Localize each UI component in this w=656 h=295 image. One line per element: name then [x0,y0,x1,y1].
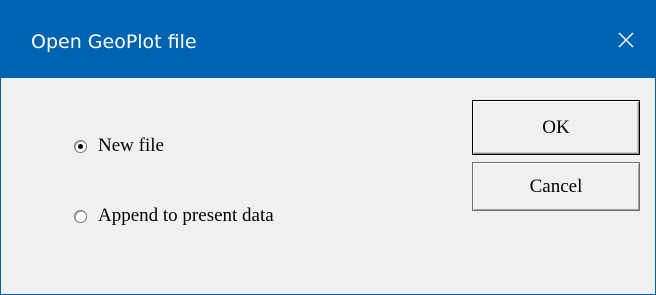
close-button[interactable] [598,0,656,78]
new-file-radio[interactable] [74,139,87,153]
title-bar[interactable]: Open GeoPlot file [1,0,656,78]
cancel-button[interactable]: Cancel [472,162,640,211]
open-geoplot-dialog: Open GeoPlot file New file Append to pre… [0,0,656,295]
append-data-radio[interactable] [74,209,87,223]
new-file-label: New file [98,135,164,156]
new-file-option[interactable]: New file [74,135,164,157]
append-data-label: Append to present data [98,205,274,226]
append-data-option[interactable]: Append to present data [74,205,274,227]
ok-button[interactable]: OK [472,100,640,155]
close-icon [618,32,634,48]
dialog-title: Open GeoPlot file [31,31,197,53]
